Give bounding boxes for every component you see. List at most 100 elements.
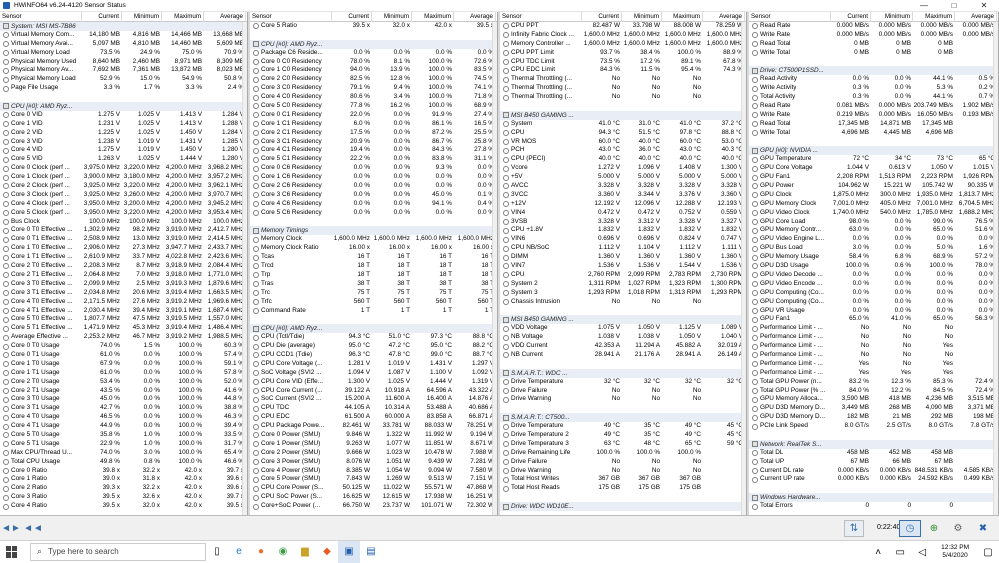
sensor-row[interactable]: Core 0 C0 Residency 78.0 % 8.1 % 100.0 % 72.… <box>250 58 497 67</box>
sensor-row[interactable]: Tcas 16 T 16 T 16 T 16 T <box>250 253 497 262</box>
sensor-row[interactable]: Write Total 0 MB 0 MB 0 MB <box>749 49 998 58</box>
sensor-row[interactable]: VR MOS 60.0 °C 40.0 °C 60.0 °C 53.0 °C <box>500 138 746 147</box>
sensor-pane[interactable]: Sensor Current Minimum Maximum Average CPU PP… <box>500 12 747 515</box>
sensor-row[interactable]: CPU NB/SoC 1.112 V 1.104 V 1.112 V 1.111 V <box>500 244 746 253</box>
column-header-current[interactable]: Current <box>332 12 372 22</box>
sensor-row[interactable]: CPU Core Voltage (... 1.281 V 1.019 V 1.431… <box>250 360 497 369</box>
task-view-icon[interactable]: ▯ <box>206 541 228 563</box>
sensor-row[interactable]: Core 0 C6 Residency 0.0 % 0.0 % 9.3 % 0.0 % <box>250 164 497 173</box>
sensor-row[interactable]: System 41.0 °C 31.0 °C 41.0 °C 37.2 °C <box>500 120 746 129</box>
sensor-row[interactable]: Core 1 T0 Effective ... 2,906.0 MHz 27.3 M… <box>0 244 247 253</box>
sensor-row[interactable]: Memory Clock 1,600.0 MHz 1,600.0 MHz 1,600.… <box>250 235 497 244</box>
column-header-minimum[interactable]: Minimum <box>871 12 913 22</box>
sensor-row[interactable]: GPU Computing (Co... 0.0 % 0.0 % 0.0 % 0.0 % <box>749 298 998 307</box>
maximize-button[interactable]: □ <box>939 0 969 12</box>
pane-scrollbar[interactable] <box>741 22 746 515</box>
sensor-row[interactable]: Core 5 Power (SMU) 7.843 W 1.269 W 9.513 W7… <box>250 475 497 484</box>
sensor-row[interactable]: System 3 1,293 RPM 1,018 RPM 1,313 RPM 1,293… <box>500 289 746 298</box>
sensor-row[interactable]: VDD Voltage 1.075 V 1.050 V 1.125 V 1.089 V <box>500 324 746 333</box>
sensor-row[interactable]: Core 2 Power (SMU) 9.666 W 1.023 W 10.478 W… <box>250 449 497 458</box>
hwinfo-taskbar-icon[interactable]: ▣ <box>338 540 360 563</box>
sensor-row[interactable]: Core 1 C6 Residency 0.0 % 0.0 % 0.0 % 0.0 % <box>250 173 497 182</box>
sensor-row[interactable]: Core 3 Clock (perf ... 3,925.0 MHz 3,260.0… <box>0 191 247 200</box>
sensor-row[interactable]: Core 3 VID 1.238 V 1.019 V 1.431 V 1.285 V <box>0 138 247 147</box>
sensor-row[interactable]: Core 1 T1 Effective ... 2,610.9 MHz 33.7 M… <box>0 253 247 262</box>
sensor-row[interactable]: Core 3 Power (SMU) 8.076 W 1.051 W 9.439 W7… <box>250 458 497 467</box>
sensor-row[interactable]: Core 2 C0 Residency 82.5 % 12.8 % 100.0 % 74… <box>250 75 497 84</box>
sensor-row[interactable]: CPU EDC Limit 84.3 % 11.5 % 95.4 % 74.3 % <box>500 66 746 75</box>
column-header-average[interactable]: Average <box>454 12 496 22</box>
sensor-row[interactable]: CPU Core VID (Effe... 1.300 V 1.025 V 1.444… <box>250 378 497 387</box>
sensor-row[interactable]: Thermal Throttling (... No No No <box>500 75 746 84</box>
sensor-row[interactable]: Core 4 T0 Effective ... 2,171.5 MHz 27.6 M… <box>0 298 247 307</box>
sensor-row[interactable]: Core 3 T0 Usage 45.0 % 0.0 % 100.0 % 44.8 % <box>0 395 247 404</box>
sensor-row[interactable]: Core 3 T1 Effective ... 2,034.8 MHz 20.6 M… <box>0 289 247 298</box>
sensor-row[interactable]: VIN6 0.696 V 0.696 V 0.824 V 0.747 V <box>500 235 746 244</box>
sensor-row[interactable]: Core 3 C0 Residency 79.1 % 9.4 % 100.0 % 74.… <box>250 84 497 93</box>
sensor-row[interactable]: Core 5 Ratio 39.5 x 32.0 x 42.0 x 39.5 x <box>250 22 497 31</box>
sensor-row[interactable]: Performance Limit - ... No No No <box>749 351 998 360</box>
close-icon[interactable]: ✖ <box>973 520 993 537</box>
sensor-row[interactable]: CPU CCD1 (Tdie) 96.3 °C 47.8 °C 99.0 °C 88.7… <box>250 351 497 360</box>
sensor-row[interactable]: Average Effective ... 2,253.2 MHz 46.7 MHz… <box>0 333 247 342</box>
sensor-row[interactable]: Core 2 VID 1.225 V 1.025 V 1.450 V 1.284 V <box>0 129 247 138</box>
sensor-row[interactable]: GPU Clock 1,875.0 MHz 300.0 MHz 1,935.0 MHz… <box>749 191 998 200</box>
sensor-row[interactable]: GPU Video Engine L... 0.0 % 0.0 % 0.0 % 0.0 … <box>749 235 998 244</box>
sensor-row[interactable]: Core+SoC Power (... 66.750 W 23.737 W 101.0… <box>250 502 497 511</box>
sensor-row[interactable]: Chassis Intrusion No No No <box>500 298 746 307</box>
sensor-row[interactable]: Core 1 T0 Usage 67.9 % 0.0 % 100.0 % 59.1 % <box>0 360 247 369</box>
column-header-minimum[interactable]: Minimum <box>372 12 412 22</box>
sensor-row[interactable]: Core 4 VID 1.275 V 1.019 V 1.450 V 1.280 V <box>0 146 247 155</box>
sensor-group-header[interactable]: Network: RealTek S... <box>749 439 998 449</box>
sensor-row[interactable]: Write Rate 0.219 MB/s 0.000 MB/s 16.050 MB/… <box>749 111 998 120</box>
sensor-row[interactable]: Core 1 Ratio 39.0 x 31.8 x 42.0 x 39.6 x <box>0 475 247 484</box>
edge-icon[interactable]: e <box>228 541 250 563</box>
sensor-row[interactable]: Core 5 T0 Effective ... 1,807.7 MHz 47.5 M… <box>0 315 247 324</box>
sensor-row[interactable]: Drive Temperature 3 63 °C 48 °C 65 °C 59 °C <box>500 440 746 449</box>
sensor-row[interactable]: GPU Fan1 2,208 RPM 1,513 RPM 2,223 RPM 1,926… <box>749 173 998 182</box>
sensor-row[interactable]: Performance Limit - ... No No No <box>749 333 998 342</box>
sensor-row[interactable]: Core 5 T1 Usage 22.9 % 1.0 % 100.0 % 31.7 % <box>0 440 247 449</box>
sensor-group-header[interactable]: S.M.A.R.T.: CT500... <box>500 413 746 423</box>
sensor-row[interactable]: Core 2 T0 Effective ... 2,208.3 MHz 8.7 MH… <box>0 262 247 271</box>
column-header-current[interactable]: Current <box>82 12 122 22</box>
sensor-row[interactable]: Core 1 C1 Residency 6.0 % 0.0 % 86.1 % 16.5 … <box>250 120 497 129</box>
sensor-row[interactable]: Core 1 Power (SMU) 9.263 W 1.077 W 11.851 W… <box>250 440 497 449</box>
sensor-row[interactable]: Core 5 C0 Residency 77.8 % 16.2 % 100.0 % 68… <box>250 102 497 111</box>
sensor-row[interactable]: GPU Memory Usage 58.4 % 6.8 % 68.9 % 57.2 % <box>749 253 998 262</box>
sensor-row[interactable]: SoC Voltage (SVI2 ... 1.094 V 1.087 V 1.100… <box>250 369 497 378</box>
sensor-row[interactable]: Write Total 4,696 MB 4,445 MB 4,696 MB <box>749 129 998 138</box>
sensor-row[interactable]: GPU Fan1 65.0 % 41.0 % 65.0 % 56.3 % <box>749 315 998 324</box>
sensor-row[interactable]: Total DL 458 MB 452 MB 458 MB <box>749 449 998 458</box>
sensor-row[interactable]: Total Host Reads 175 GB 175 GB 175 GB <box>500 484 746 493</box>
column-header-maximum[interactable]: Maximum <box>162 12 204 22</box>
sensor-row[interactable]: Read Rate 0.081 MB/s 0.000 MB/s 203.749 MB/… <box>749 102 998 111</box>
sensor-row[interactable]: Core 0 Clock (perf ... 3,975.0 MHz 3,220.0… <box>0 164 247 173</box>
sensor-row[interactable]: VDD Current 42.353 A 11.294 A 45.882 A 32.01… <box>500 342 746 351</box>
column-header-maximum[interactable]: Maximum <box>412 12 454 22</box>
sensor-row[interactable]: Virtual Memory Load 73.5 % 24.9 % 75.0 % 70.… <box>0 49 247 58</box>
sensor-row[interactable]: CPU PPT Limit 93.7 % 38.4 % 100.0 % 88.9 % <box>500 49 746 58</box>
sensor-row[interactable]: 3VCC 3.360 V 3.344 V 3.376 V 3.360 V <box>500 191 746 200</box>
sensor-row[interactable]: 3VSB 3.328 V 3.312 V 3.328 V 3.327 V <box>500 218 746 227</box>
sensor-row[interactable]: Core 1 VID 1.231 V 1.025 V 1.413 V 1.288 V <box>0 120 247 129</box>
sensor-row[interactable]: Core 2 Ratio 39.3 x 32.2 x 42.0 x 39.6 x <box>0 484 247 493</box>
sensor-row[interactable]: Performance Limit - ... No No No <box>749 324 998 333</box>
sensor-group-header[interactable]: Windows Hardware... <box>749 493 998 503</box>
sensor-row[interactable]: Total GPU Power [% ... 84.0 % 12.2 % 84.5 %… <box>749 387 998 396</box>
pane-scrollbar[interactable] <box>242 22 247 515</box>
sensor-row[interactable]: NB Current 28.941 A 21.176 A 28.941 A 26.149… <box>500 351 746 360</box>
sensor-row[interactable]: Total GPU Power (n... 83.2 % 12.3 % 85.3 % 7… <box>749 378 998 387</box>
chrome-icon[interactable]: ◉ <box>272 541 294 563</box>
sensor-row[interactable]: Max CPU/Thread U... 74.0 % 3.0 % 100.0 % 65.… <box>0 449 247 458</box>
sensor-row[interactable]: Drive Failure No No No <box>500 387 746 396</box>
sensor-row[interactable]: CPU EDC 61.500 A 60.000 A 83.858 A 66.871 A <box>250 413 497 422</box>
sensor-row[interactable]: Drive Failure No No No <box>500 458 746 467</box>
settings-icon[interactable]: ⚙ <box>948 520 968 537</box>
sensor-row[interactable]: GPU Computing (Co... 0.0 % 0.0 % 0.0 % 0.0 % <box>749 289 998 298</box>
sensor-row[interactable]: CPU Core Power (S... 50.125 W 11.022 W 55.5… <box>250 484 497 493</box>
sensor-row[interactable]: PCIe Link Speed 8.0 GT/s 2.5 GT/s 8.0 GT/s 7… <box>749 422 998 431</box>
windows-start-icon[interactable] <box>6 545 18 558</box>
sensor-row[interactable]: Trc 75 T 75 T 75 T 75 T <box>250 289 497 298</box>
sensor-row[interactable]: Core 0 T0 Effective ... 1,302.9 MHz 98.2 M… <box>0 226 247 235</box>
